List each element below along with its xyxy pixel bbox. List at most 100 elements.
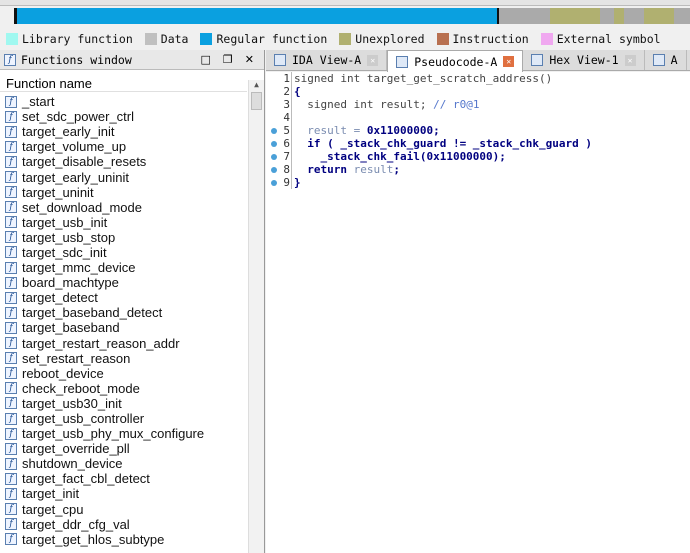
function-list-item[interactable]: f check_reboot_mode — [0, 381, 247, 396]
function-list-item[interactable]: f target_override_pll — [0, 441, 247, 456]
function-list-item[interactable]: f board_machtype — [0, 275, 247, 290]
function-icon: f — [5, 442, 17, 455]
code-line: 3 signed int result; // r0@1 — [283, 98, 480, 111]
legend-item: Data — [139, 32, 188, 46]
function-icon: f — [5, 291, 17, 304]
navigation-band-segment — [614, 8, 624, 24]
navigation-band-segment — [17, 8, 497, 24]
function-icon: f — [5, 397, 17, 410]
tab[interactable]: IDA View-A ✕ — [266, 50, 388, 70]
tab[interactable]: Pseudocode-A ✕ — [387, 50, 524, 72]
tab-label: A — [670, 53, 678, 67]
navigation-band-segment — [644, 8, 674, 24]
function-icon: f — [5, 382, 17, 395]
function-name: reboot_device — [22, 365, 104, 381]
pseudocode-view[interactable]: 1 signed int target_get_scratch_address()… — [266, 72, 690, 553]
function-name: target_disable_resets — [22, 154, 147, 170]
function-list-item[interactable]: f target_volume_up — [0, 139, 247, 154]
function-name: _start — [22, 94, 55, 110]
function-list-item[interactable]: f target_early_init — [0, 124, 247, 139]
function-name: target_ddr_cfg_val — [22, 516, 130, 532]
legend-swatch — [6, 33, 18, 45]
function-icon: f — [5, 140, 17, 153]
function-list-item[interactable]: f set_restart_reason — [0, 351, 247, 366]
code-line: 7 _stack_chk_fail(0x11000000); — [266, 150, 690, 163]
tab-label: Hex View-1 — [549, 53, 619, 67]
function-list-item[interactable]: f target_get_hlos_subtype — [0, 532, 247, 547]
function-list-item[interactable]: f target_detect — [0, 290, 247, 305]
close-button[interactable]: ✕ — [245, 53, 254, 66]
function-name: target_early_init — [22, 124, 115, 140]
function-name: target_cpu — [22, 501, 84, 517]
function-list-item[interactable]: f target_uninit — [0, 185, 247, 200]
tab[interactable]: Hex View-1 ✕ — [523, 50, 645, 70]
function-name: target_mmc_device — [22, 260, 136, 276]
breakpoint-dot-icon[interactable] — [266, 179, 282, 186]
navigation-band[interactable] — [14, 8, 690, 24]
function-list: f _start f set_sdc_power_ctrl f target_early_… — [0, 94, 247, 547]
function-list-item[interactable]: f target_sdc_init — [0, 245, 247, 260]
column-header-function-name[interactable]: Function name — [0, 70, 247, 92]
breakpoint-dot-icon[interactable] — [266, 153, 282, 160]
code-line: 4 — [283, 111, 292, 124]
function-icon: f — [5, 125, 17, 138]
function-list-item[interactable]: f target_baseband_detect — [0, 305, 247, 320]
function-list-item[interactable]: f set_download_mode — [0, 200, 247, 215]
function-list-item[interactable]: f target_disable_resets — [0, 154, 247, 169]
breakpoint-dot-icon[interactable] — [266, 140, 282, 147]
function-list-item[interactable]: f target_restart_reason_addr — [0, 336, 247, 351]
legend-swatch — [540, 33, 553, 45]
function-icon: f — [5, 246, 17, 259]
function-icon: f — [5, 427, 17, 440]
close-tab-icon[interactable]: ✕ — [367, 54, 379, 66]
code-line: 8 return result; — [266, 163, 690, 176]
function-icon: f — [5, 171, 17, 184]
function-icon: f — [5, 155, 17, 168]
tab-bar: IDA View-A ✕ Pseudocode-A ✕ Hex View-1 ✕ A — [266, 50, 690, 72]
function-list-item[interactable]: f shutdown_device — [0, 456, 247, 471]
function-list-item[interactable]: f target_init — [0, 486, 247, 501]
function-icon: f — [4, 53, 16, 66]
function-list-item[interactable]: f target_mmc_device — [0, 260, 247, 275]
function-icon: f — [5, 306, 17, 319]
function-list-item[interactable]: f target_fact_cbl_detect — [0, 471, 247, 486]
function-list-item[interactable]: f target_usb_phy_mux_configure — [0, 426, 247, 441]
function-icon: f — [5, 337, 17, 350]
function-list-item[interactable]: f target_cpu — [0, 502, 247, 517]
breakpoint-dot-icon[interactable] — [266, 166, 282, 173]
function-name: shutdown_device — [22, 456, 123, 472]
function-list-item[interactable]: f set_sdc_power_ctrl — [0, 109, 247, 124]
function-icon: f — [5, 321, 17, 334]
tab[interactable]: A — [645, 50, 687, 70]
function-list-item[interactable]: f target_baseband — [0, 320, 247, 335]
maximize-button[interactable]: □ — [201, 53, 211, 66]
breakpoint-dot-icon[interactable] — [266, 127, 282, 134]
function-list-item[interactable]: f target_usb30_init — [0, 396, 247, 411]
legend-label: Library function — [22, 32, 133, 46]
function-list-item[interactable]: f target_usb_stop — [0, 230, 247, 245]
function-list-item[interactable]: f reboot_device — [0, 366, 247, 381]
legend-item: Unexplored — [333, 32, 425, 46]
function-list-item[interactable]: f target_early_uninit — [0, 169, 247, 185]
function-icon: f — [5, 352, 17, 365]
view-icon — [396, 55, 409, 68]
scroll-up-icon[interactable]: ▲ — [249, 80, 264, 92]
function-list-item[interactable]: f target_ddr_cfg_val — [0, 517, 247, 532]
function-list-item[interactable]: f target_usb_init — [0, 215, 247, 230]
scrollbar-thumb[interactable] — [251, 92, 262, 110]
function-name: set_download_mode — [22, 199, 142, 215]
legend-item: Instruction — [431, 32, 529, 46]
function-name: target_get_hlos_subtype — [22, 531, 165, 547]
function-icon: f — [5, 503, 17, 516]
view-icon — [652, 54, 665, 66]
function-icon: f — [5, 518, 17, 531]
function-name: target_volume_up — [22, 139, 127, 155]
restore-button[interactable]: ❐ — [223, 53, 233, 66]
function-list-item[interactable]: f target_usb_controller — [0, 411, 247, 426]
function-name: target_restart_reason_addr — [22, 335, 180, 351]
close-tab-icon[interactable]: ✕ — [503, 56, 515, 67]
close-tab-icon[interactable]: ✕ — [624, 54, 636, 66]
function-list-item[interactable]: f _start — [0, 94, 247, 109]
code-line: 6 if ( _stack_chk_guard != _stack_chk_gu… — [266, 137, 690, 150]
scrollbar[interactable]: ▲ — [248, 80, 264, 553]
